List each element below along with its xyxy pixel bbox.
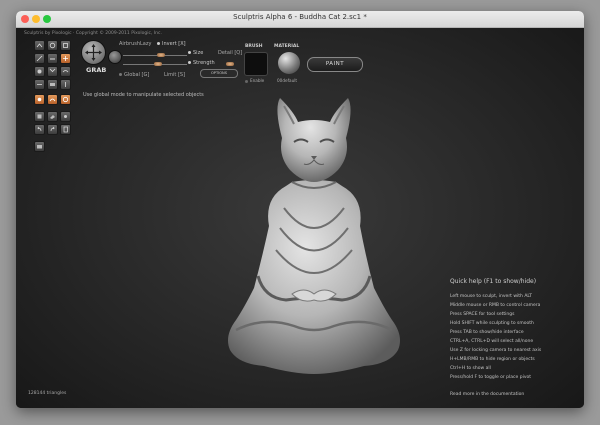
strength-bullet	[188, 61, 191, 64]
invert-label: Invert [X]	[162, 41, 186, 47]
draw-icon[interactable]	[34, 53, 45, 64]
fill-icon[interactable]	[34, 111, 45, 122]
brush-slot[interactable]	[244, 52, 268, 76]
size-bullet	[188, 51, 191, 54]
file-icon[interactable]	[60, 124, 71, 135]
detail-knob[interactable]	[226, 62, 234, 66]
paint-button[interactable]: PAINT	[307, 57, 363, 72]
strength-option: Strength	[188, 60, 215, 66]
viewport[interactable]: Sculptris by Pixologic · Copyright © 200…	[16, 28, 584, 408]
quick-help-line: Press SPACE for tool settings	[450, 312, 515, 317]
invert-checkbox	[157, 42, 160, 45]
app-window: Sculptris Alpha 6 - Buddha Cat 2.sc1 * S…	[16, 11, 584, 408]
strength-slider-handle[interactable]	[153, 62, 162, 66]
reduce-icon[interactable]	[34, 79, 45, 90]
paint-label: PAINT	[325, 61, 345, 67]
brush-heading: BRUSH	[245, 44, 263, 49]
quick-help-line: Middle mouse or RMB to control camera	[450, 303, 541, 308]
credits-text: Sculptris by Pixologic · Copyright © 200…	[24, 31, 162, 36]
eraser-icon[interactable]	[47, 111, 58, 122]
window-title: Sculptris Alpha 6 - Buddha Cat 2.sc1 *	[233, 13, 367, 21]
detail-option[interactable]: Detail [Q]	[218, 50, 242, 56]
brush-enable-label: Enable	[250, 78, 265, 83]
material-name: 00default	[277, 78, 298, 83]
camera-icon[interactable]	[34, 141, 45, 152]
flatten-icon[interactable]	[47, 53, 58, 64]
pinch-icon[interactable]	[47, 66, 58, 77]
current-tool-label: GRAB	[86, 66, 107, 74]
size-option: Size	[188, 50, 203, 56]
grab-tool-widget[interactable]	[81, 40, 106, 65]
size-slider[interactable]	[123, 55, 187, 56]
quick-help-line: Press/hold F to toggle or place pivot	[450, 375, 532, 380]
global-label: Global [G]	[124, 72, 150, 78]
redo-icon[interactable]	[47, 124, 58, 135]
invert-option[interactable]: Invert [X]	[157, 41, 186, 47]
global-mode-hint: Use global mode to manipulate selected o…	[83, 92, 204, 98]
quick-help-line: Left mouse to sculpt, invert with ALT	[450, 294, 533, 299]
quick-help-line: Ctrl+H to show all	[450, 366, 491, 371]
color-icon[interactable]	[60, 94, 71, 105]
triangle-count: 128144 triangles	[28, 391, 67, 396]
size-slider-handle[interactable]	[156, 53, 165, 57]
global-option[interactable]: Global [G]	[119, 72, 149, 78]
material-heading: MATERIAL	[274, 44, 300, 49]
quick-help-line: Use Z for locking camera to nearest axis	[450, 348, 542, 353]
crease-icon[interactable]	[34, 40, 45, 51]
strength-label: Strength	[193, 60, 215, 66]
quick-help-line: Press TAB to show/hide interface	[450, 330, 524, 335]
quick-help-line: H+LMB/RMB to hide region or objects	[450, 357, 535, 362]
material-sphere[interactable]	[278, 52, 300, 74]
lazy-option[interactable]: Lazy	[140, 41, 151, 47]
size-label: Size	[193, 50, 204, 56]
airbrush-option[interactable]: Airbrush	[119, 41, 140, 47]
brush-enable-checkbox	[245, 79, 248, 83]
radius-knob[interactable]	[108, 50, 122, 64]
paint-brush-icon[interactable]	[34, 94, 45, 105]
brush-enable[interactable]: Enable	[245, 78, 264, 83]
quick-help-line: CTRL+A, CTRL+D will select all/none	[450, 339, 534, 344]
sculpt-model[interactable]	[214, 98, 414, 380]
quick-help-panel: Quick help (F1 to show/hide) Left mouse …	[450, 278, 580, 397]
title-bar: Sculptris Alpha 6 - Buddha Cat 2.sc1 *	[16, 11, 584, 28]
quick-help-title: Quick help (F1 to show/hide)	[450, 278, 537, 285]
settings-icon[interactable]	[60, 111, 71, 122]
mask-icon[interactable]	[47, 79, 58, 90]
smooth-icon[interactable]	[60, 66, 71, 77]
limit-option[interactable]: Limit [S]	[164, 72, 185, 78]
undo-icon[interactable]	[34, 124, 45, 135]
rotate-icon[interactable]	[47, 40, 58, 51]
symmetry-icon[interactable]	[60, 79, 71, 90]
grab-icon[interactable]	[60, 53, 71, 64]
options-button[interactable]: OPTIONS	[200, 69, 238, 78]
bump-icon[interactable]	[47, 94, 58, 105]
options-label: OPTIONS	[210, 71, 228, 75]
move-arrows-icon	[85, 44, 102, 61]
quick-help-line: Hold SHIFT while sculpting to smooth	[450, 321, 534, 326]
global-checkbox	[119, 73, 122, 76]
scale-icon[interactable]	[60, 40, 71, 51]
documentation-link[interactable]: Read more in the documentation	[450, 392, 580, 397]
inflate-icon[interactable]	[34, 66, 45, 77]
